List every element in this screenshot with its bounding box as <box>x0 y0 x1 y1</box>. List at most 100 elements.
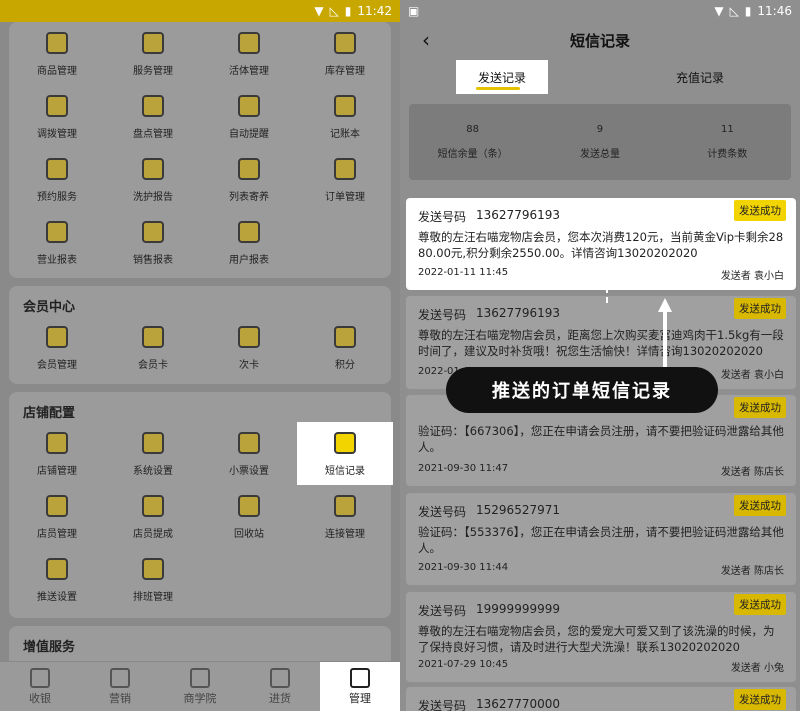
menu-item-label: 用户报表 <box>229 255 269 266</box>
menu-item[interactable]: 系统设置 <box>105 422 201 485</box>
menu-item[interactable]: 盘点管理 <box>105 85 201 148</box>
stat-value: 9 <box>596 124 604 135</box>
menu-item[interactable]: 活体管理 <box>201 22 297 85</box>
menu-item[interactable]: 短信记录 <box>297 422 393 485</box>
appointment-icon <box>46 158 68 180</box>
menu-item-label: 推送设置 <box>37 592 77 603</box>
boarding-icon <box>238 158 260 180</box>
battery-icon: ▮ <box>744 4 752 18</box>
dash-connector <box>606 287 608 303</box>
record-header: 发送号码 15296527971 <box>418 503 784 521</box>
status-time: 11:42 <box>357 4 392 18</box>
menu-item[interactable]: 推送设置 <box>9 548 105 611</box>
sms-icon <box>334 432 356 454</box>
phone-label: 发送号码 <box>418 505 467 519</box>
record-footer: 2021-07-29 10:45 发送者 小兔 <box>418 659 784 674</box>
menu-item[interactable]: 洗护报告 <box>105 148 201 211</box>
record-footer: 2021-09-30 11:47 发送者 陈店长 <box>418 463 784 478</box>
tab-academy[interactable]: 商学院 <box>160 662 240 711</box>
menu-item[interactable]: 回收站 <box>201 485 297 548</box>
menu-item-label: 营业报表 <box>37 255 77 266</box>
menu-item[interactable]: 服务管理 <box>105 22 201 85</box>
no-signal-icon: ◺ <box>329 4 339 18</box>
send-date: 2022-01-11 11:45 <box>418 267 509 278</box>
menu-item[interactable]: 列表寄养 <box>201 148 297 211</box>
sms-record[interactable]: 发送成功 发送号码 15296527971 验证码：【553376】，您正在申请会员注… <box>406 493 796 585</box>
sms-record[interactable]: 发送成功 发送号码 13627796193 尊敬的左汪右喵宠物店会员，您本次消费120… <box>406 198 796 290</box>
sms-stats-panel: 88 短信余量（条） 9 发送总量 11 计费条数 <box>409 104 791 180</box>
tab-label: 营销 <box>109 691 131 705</box>
menu-item[interactable]: 订单管理 <box>297 148 393 211</box>
tab-cashier[interactable]: 收银 <box>0 662 80 711</box>
stat-label: 计费条数 <box>707 149 748 160</box>
sender: 发送者 小兔 <box>730 663 784 674</box>
sms-record[interactable]: 发送成功 发送号码 13627770000 <box>406 687 796 711</box>
record-header: 发送号码 13627796193 <box>418 208 784 226</box>
menu-item[interactable]: 记账本 <box>297 85 393 148</box>
shop-config-card: 店铺配置 店铺管理 系统设置 小票设置 短信记录 店员管理 店员提成 回收站 连接管理 推送设置… <box>9 392 393 618</box>
menu-item[interactable]: 预约服务 <box>9 148 105 211</box>
menu-item-label: 列表寄养 <box>229 192 269 203</box>
menu-item[interactable]: 商品管理 <box>9 22 105 85</box>
stat-label: 发送总量 <box>579 149 620 160</box>
menu-item[interactable]: 销售报表 <box>105 211 201 274</box>
message-body: 验证码：【667306】，您正在申请会员注册，请不要把验证码泄露给其他人。 <box>418 424 784 454</box>
tab-marketing[interactable]: 营销 <box>80 662 160 711</box>
menu-item-label: 店员提成 <box>133 529 173 540</box>
menu-item-label: 洗护报告 <box>133 192 173 203</box>
menu-item-label: 小票设置 <box>229 466 269 477</box>
menu-item[interactable]: 店员提成 <box>105 485 201 548</box>
sender: 发送者 陈店长 <box>720 467 784 478</box>
tab-recharge-records[interactable]: 充值记录 <box>650 60 750 94</box>
push-icon <box>46 558 68 580</box>
gallery-icon: ▣ <box>408 4 420 18</box>
phone-number: 13627796193 <box>476 208 560 222</box>
academy-icon <box>190 667 210 688</box>
record-header: 发送号码 13627770000 <box>418 697 784 711</box>
menu-item[interactable]: 小票设置 <box>201 422 297 485</box>
status-badge: 发送成功 <box>734 397 786 418</box>
record-header: 发送号码 19999999999 <box>418 602 784 620</box>
stat-item: 88 短信余量（条） <box>409 104 536 180</box>
back-icon[interactable]: ‹ <box>422 28 430 52</box>
transfer-icon <box>46 95 68 117</box>
menu-item[interactable]: 自动提醒 <box>201 85 297 148</box>
menu-item[interactable]: 会员卡 <box>105 316 201 379</box>
menu-item[interactable]: 积分 <box>297 316 393 379</box>
menu-item[interactable]: 库存管理 <box>297 22 393 85</box>
tab-purchase[interactable]: 进货 <box>240 662 320 711</box>
menu-item[interactable]: 调拨管理 <box>9 85 105 148</box>
menu-item[interactable]: 排班管理 <box>105 548 201 611</box>
sender: 发送者 袁小白 <box>720 271 784 282</box>
menu-item-label: 店员管理 <box>37 529 77 540</box>
status-badge: 发送成功 <box>734 594 786 615</box>
message-body: 尊敬的左汪右喵宠物店会员，您本次消费120元，当前黄金Vip卡剩余2880.00… <box>418 230 784 260</box>
tab-manage[interactable]: 管理 <box>320 662 400 711</box>
tab-label: 管理 <box>349 691 371 705</box>
grooming-report-icon <box>142 158 164 180</box>
record-footer: 2021-09-30 11:44 发送者 陈店长 <box>418 562 784 577</box>
annotation-callout: 推送的订单短信记录 <box>446 367 718 413</box>
menu-item[interactable]: 次卡 <box>201 316 297 379</box>
menu-item[interactable]: 会员管理 <box>9 316 105 379</box>
tab-send-records[interactable]: 发送记录 <box>456 60 548 94</box>
menu-item[interactable]: 店员管理 <box>9 485 105 548</box>
cashier-icon <box>30 667 50 688</box>
stat-value: 11 <box>720 124 734 135</box>
message-body: 尊敬的左汪右喵宠物店会员，距离您上次购买麦富迪鸡肉干1.5kg有一段时间了，建议… <box>418 328 784 358</box>
stat-item: 11 计费条数 <box>664 104 791 180</box>
tab-label: 商学院 <box>183 691 217 705</box>
phone-label: 发送号码 <box>418 604 467 618</box>
stocktake-icon <box>142 95 164 117</box>
order-icon <box>334 158 356 180</box>
sms-record[interactable]: 发送成功 发送号码 19999999999 尊敬的左汪右喵宠物店会员，您的爱宠大可爱又… <box>406 592 796 682</box>
menu-item-label: 短信记录 <box>325 466 365 477</box>
menu-item[interactable]: 连接管理 <box>297 485 393 548</box>
status-time: 11:46 <box>757 4 792 18</box>
gear-icon <box>142 432 164 454</box>
menu-item[interactable]: 用户报表 <box>201 211 297 274</box>
management-sections: 商品管理 服务管理 活体管理 库存管理调拨管理 盘点管理 自动提醒 记账本预约服务 洗护报告 列… <box>0 22 400 686</box>
goods-icon <box>46 32 68 54</box>
menu-item[interactable]: 营业报表 <box>9 211 105 274</box>
menu-item[interactable]: 店铺管理 <box>9 422 105 485</box>
